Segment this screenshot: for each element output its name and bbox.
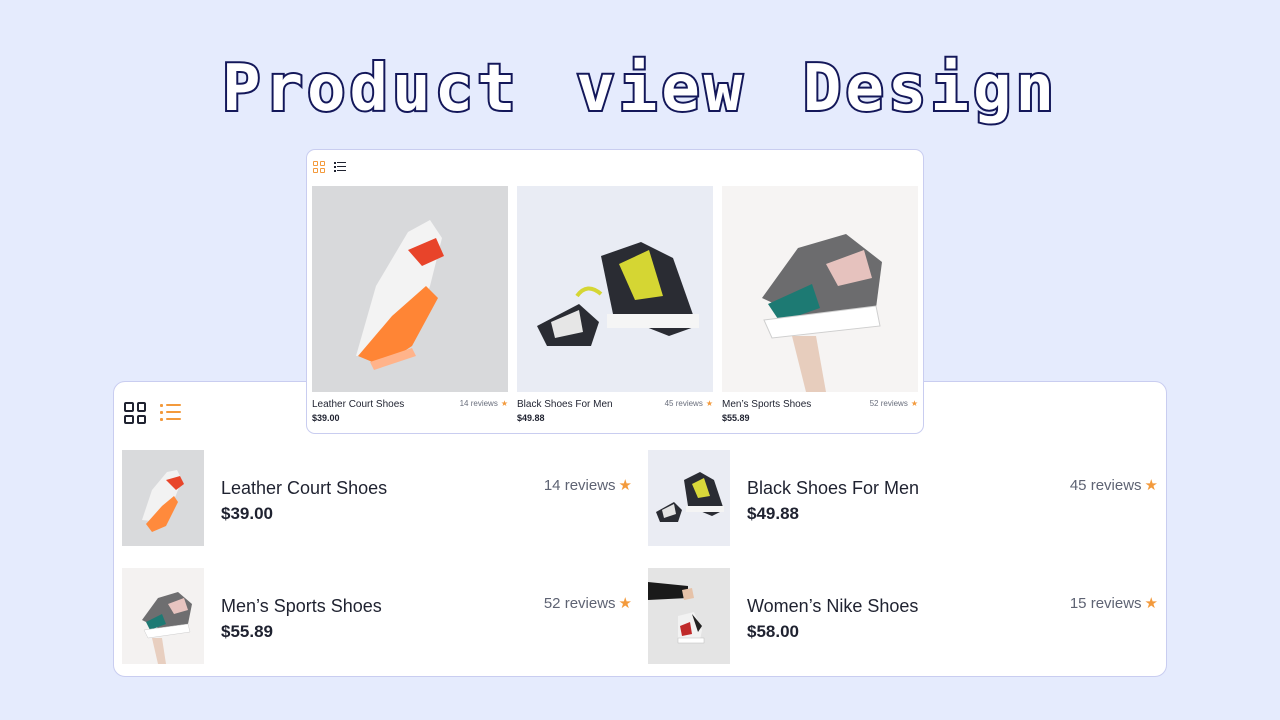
review-count: 14 reviews ★ bbox=[460, 399, 508, 408]
product-name[interactable]: Leather Court Shoes bbox=[312, 399, 404, 410]
view-toggle bbox=[313, 161, 346, 173]
list-view-icon[interactable] bbox=[160, 403, 182, 423]
page-title: Product view Design bbox=[220, 50, 1059, 128]
product-image[interactable] bbox=[722, 186, 918, 392]
product-price: $49.88 bbox=[747, 504, 799, 523]
product-name[interactable]: Men’s Sports Shoes bbox=[722, 399, 811, 410]
product-thumbnail[interactable] bbox=[648, 450, 730, 546]
review-count: 45 reviews ★ bbox=[665, 399, 713, 408]
star-icon: ★ bbox=[1144, 477, 1158, 494]
review-count: 52 reviews ★ bbox=[870, 399, 918, 408]
product-image[interactable] bbox=[517, 186, 713, 392]
review-count-text: 15 reviews bbox=[1069, 595, 1142, 612]
grid-view-icon[interactable] bbox=[124, 402, 146, 424]
grid-view-card: Leather Court Shoes $39.00 14 reviews ★ B… bbox=[306, 149, 924, 434]
product-name[interactable]: Leather Court Shoes bbox=[221, 478, 387, 499]
product-name[interactable]: Men’s Sports Shoes bbox=[221, 596, 382, 617]
review-count: 14 reviews ★ bbox=[544, 476, 632, 494]
star-icon: ★ bbox=[618, 477, 632, 494]
star-icon: ★ bbox=[500, 399, 508, 408]
star-icon: ★ bbox=[910, 399, 918, 408]
review-count-text: 45 reviews bbox=[1069, 477, 1142, 494]
product-name[interactable]: Black Shoes For Men bbox=[747, 478, 919, 499]
grid-view-icon[interactable] bbox=[313, 161, 325, 173]
grid-item[interactable]: Black Shoes For Men $49.88 45 reviews ★ bbox=[517, 186, 713, 423]
product-name[interactable]: Women’s Nike Shoes bbox=[747, 596, 918, 617]
list-item[interactable]: Women’s Nike Shoes $58.00 15 reviews ★ bbox=[648, 568, 1158, 664]
list-item[interactable]: Black Shoes For Men $49.88 45 reviews ★ bbox=[648, 450, 1158, 546]
review-count-text: 52 reviews bbox=[543, 595, 616, 612]
product-price: $49.88 bbox=[517, 413, 545, 423]
product-price: $39.00 bbox=[312, 413, 340, 423]
star-icon: ★ bbox=[618, 595, 632, 612]
review-count: 45 reviews ★ bbox=[1070, 476, 1158, 494]
product-name[interactable]: Black Shoes For Men bbox=[517, 399, 613, 410]
review-count-text: 45 reviews bbox=[664, 399, 703, 408]
star-icon: ★ bbox=[705, 399, 713, 408]
product-price: $58.00 bbox=[747, 622, 799, 641]
product-image[interactable] bbox=[312, 186, 508, 392]
review-count-text: 14 reviews bbox=[543, 477, 616, 494]
product-price: $55.89 bbox=[221, 622, 273, 641]
review-count: 52 reviews ★ bbox=[544, 594, 632, 612]
star-icon: ★ bbox=[1144, 595, 1158, 612]
review-count: 15 reviews ★ bbox=[1070, 594, 1158, 612]
product-thumbnail[interactable] bbox=[122, 568, 204, 664]
grid-item[interactable]: Leather Court Shoes $39.00 14 reviews ★ bbox=[312, 186, 508, 423]
product-thumbnail[interactable] bbox=[648, 568, 730, 664]
list-item[interactable]: Leather Court Shoes $39.00 14 reviews ★ bbox=[122, 450, 632, 546]
product-thumbnail[interactable] bbox=[122, 450, 204, 546]
review-count-text: 14 reviews bbox=[459, 399, 498, 408]
product-price: $39.00 bbox=[221, 504, 273, 523]
list-view-icon[interactable] bbox=[334, 162, 346, 172]
product-price: $55.89 bbox=[722, 413, 750, 423]
view-toggle bbox=[124, 402, 182, 424]
review-count-text: 52 reviews bbox=[869, 399, 908, 408]
list-item[interactable]: Men’s Sports Shoes $55.89 52 reviews ★ bbox=[122, 568, 632, 664]
grid-item[interactable]: Men’s Sports Shoes $55.89 52 reviews ★ bbox=[722, 186, 918, 423]
